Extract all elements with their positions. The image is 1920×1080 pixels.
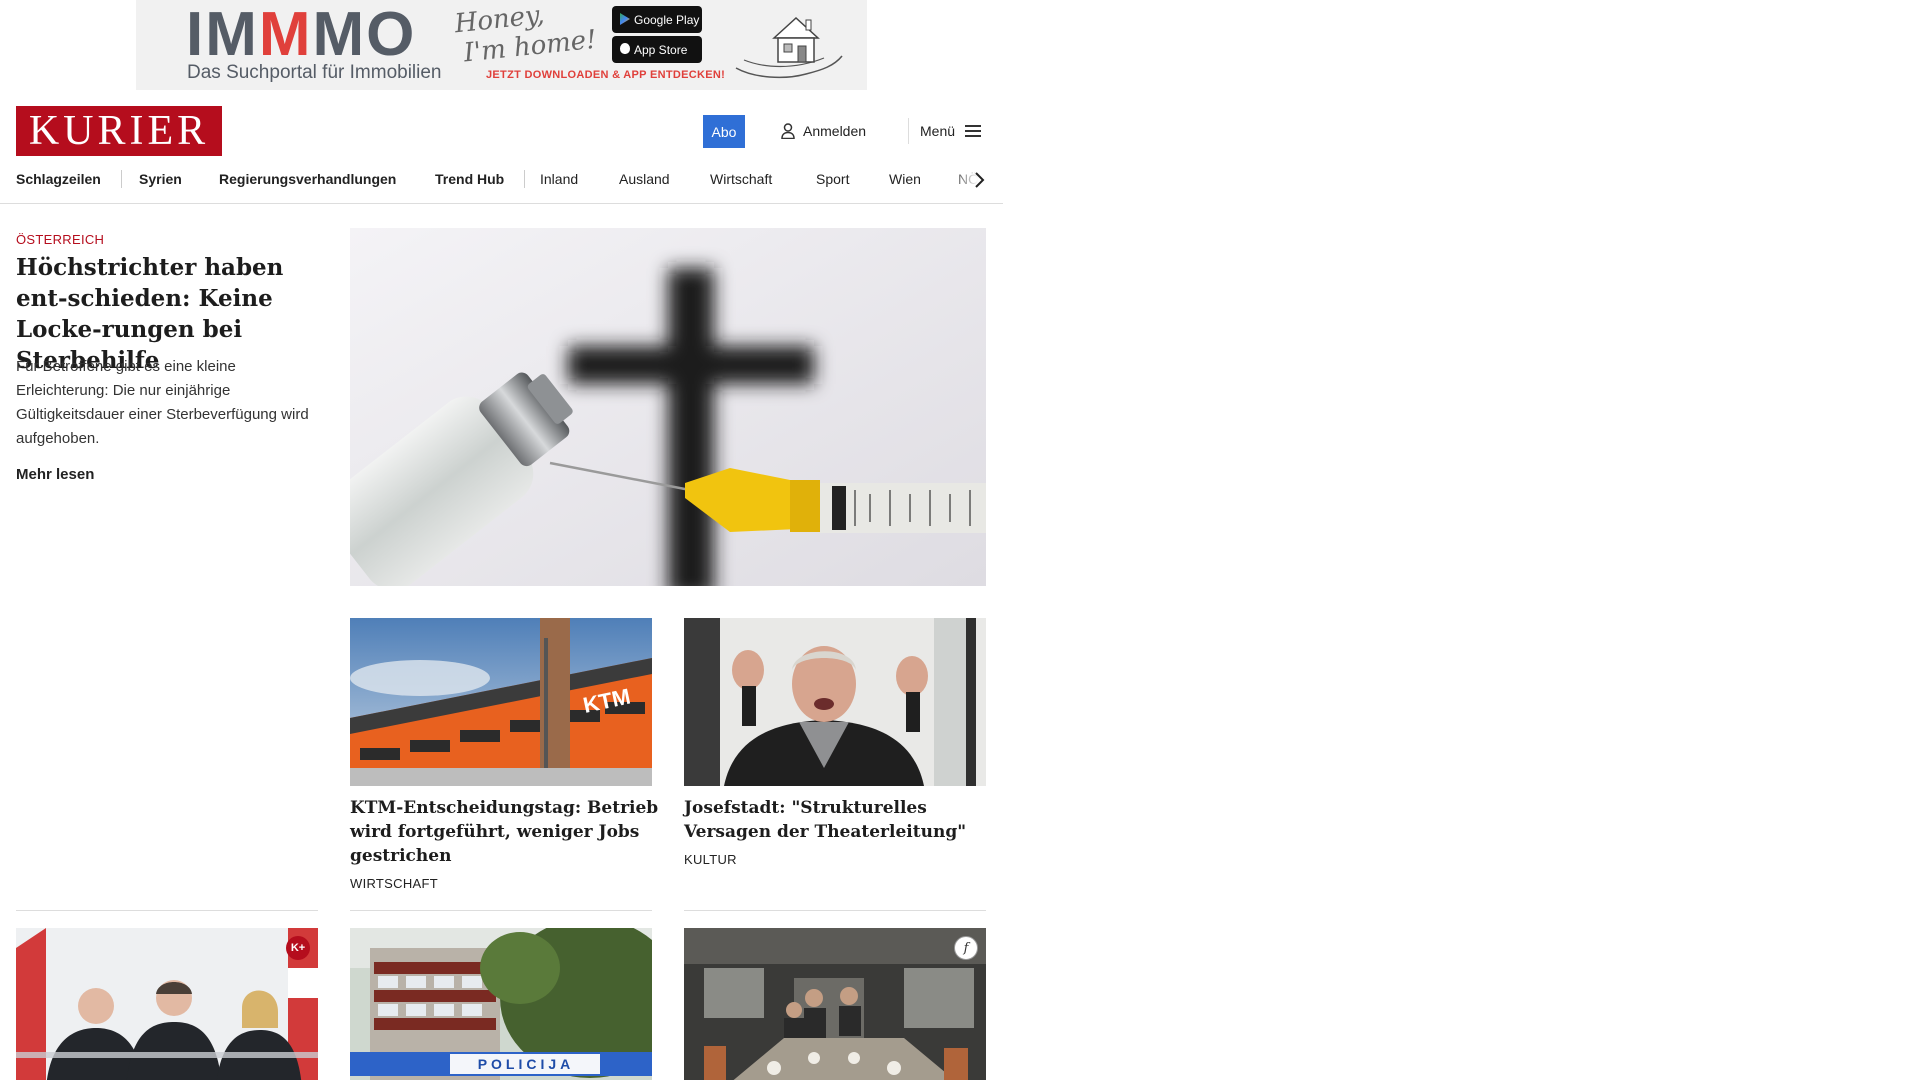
police-sign-text: POLICIJA	[478, 1056, 575, 1072]
teaser-headline-josefstadt[interactable]: Josefstadt: "Strukturelles Versagen der …	[684, 796, 989, 844]
lead-image-syringe-cross[interactable]	[350, 228, 986, 586]
abo-button[interactable]: Abo	[703, 115, 745, 148]
nav-divider	[121, 170, 122, 188]
ad-cta-text: JETZT DOWNLOADEN & APP ENTDECKEN!	[486, 69, 726, 81]
advertisement-banner[interactable]: IMMMO Das Suchportal für Immobilien Hone…	[136, 0, 867, 90]
ad-subtitle: Das Suchportal für Immobilien	[187, 62, 442, 83]
lead-kicker[interactable]: ÖSTERREICH	[16, 232, 104, 247]
bottom-image-restaurant-kitchen[interactable]: f	[684, 928, 986, 1080]
teaser-image-ktm-building[interactable]: KTM	[350, 618, 652, 786]
nav-item-trend-hub[interactable]: Trend Hub	[435, 166, 504, 192]
login-button[interactable]: Anmelden	[781, 120, 866, 142]
user-icon	[781, 123, 795, 139]
app-store-badge[interactable]: App Store	[612, 36, 702, 63]
kurier-plus-badge: K+	[286, 936, 310, 960]
menu-label: Menü	[920, 123, 956, 139]
google-play-badge[interactable]: Google Play	[612, 6, 702, 33]
hamburger-icon	[965, 125, 982, 137]
bottom-image-police-building[interactable]: POLICIJA	[350, 928, 652, 1080]
nav-item-inland[interactable]: Inland	[540, 166, 578, 192]
nav-divider	[524, 170, 525, 188]
teaser-category-wirtschaft[interactable]: WIRTSCHAFT	[350, 876, 438, 891]
nav-item-ausland[interactable]: Ausland	[619, 166, 670, 192]
teaser-category-kultur[interactable]: KULTUR	[684, 852, 737, 867]
column-divider	[16, 910, 318, 911]
column-divider	[684, 910, 986, 911]
login-label: Anmelden	[803, 123, 867, 139]
lead-summary: Für Betroffene gibt es eine kleine Erlei…	[16, 358, 309, 447]
nav-item-sport[interactable]: Sport	[816, 166, 849, 192]
nav-item-schlagzeilen[interactable]: Schlagzeilen	[16, 166, 101, 192]
column-divider	[350, 910, 652, 911]
nav-item-syrien[interactable]: Syrien	[139, 166, 182, 192]
read-more-link[interactable]: Mehr lesen	[16, 466, 94, 483]
ad-slogan: Honey, I'm home!	[453, 0, 598, 69]
ad-brand-logo: IMMMO	[186, 0, 417, 69]
kurier-logo[interactable]: KURIER	[16, 106, 222, 156]
chevron-right-icon[interactable]	[970, 169, 990, 191]
teaser-image-josefstadt-man[interactable]	[684, 618, 986, 786]
house-in-hand-icon	[735, 16, 843, 79]
nav-item-wien[interactable]: Wien	[889, 166, 921, 192]
feinschmecker-badge: f	[954, 936, 978, 960]
nav-item-wirtschaft[interactable]: Wirtschaft	[710, 166, 772, 192]
header-divider	[908, 118, 909, 144]
nav-item-regierungsverhandlungen[interactable]: Regierungsverhandlungen	[219, 166, 396, 192]
category-nav: Schlagzeilen Syrien Regierungsverhandlun…	[0, 166, 1003, 204]
bottom-image-politicians[interactable]: K+	[16, 928, 318, 1080]
menu-button[interactable]: Menü	[920, 120, 982, 142]
teaser-headline-ktm[interactable]: KTM-Entscheidungstag: Betrieb wird fortg…	[350, 796, 660, 868]
